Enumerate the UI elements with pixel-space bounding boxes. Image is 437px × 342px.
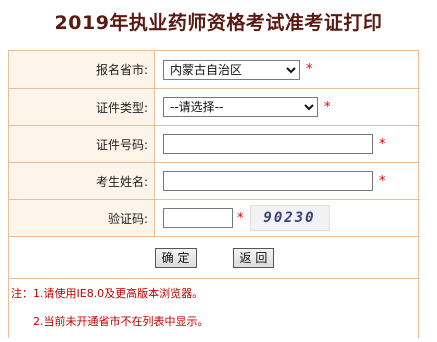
name-label: 考生姓名: bbox=[9, 163, 155, 199]
id-type-label: 证件类型: bbox=[9, 89, 155, 125]
name-input[interactable] bbox=[163, 171, 373, 191]
province-required-mark: * bbox=[306, 62, 313, 77]
button-row: 确 定 返 回 bbox=[9, 236, 420, 278]
confirm-button[interactable]: 确 定 bbox=[154, 247, 197, 268]
captcha-input[interactable] bbox=[163, 208, 233, 228]
id-number-label: 证件号码: bbox=[9, 126, 155, 162]
id-type-required-mark: * bbox=[324, 99, 331, 115]
id-type-row: 证件类型: --请选择-- * bbox=[9, 88, 420, 125]
province-select[interactable]: 内蒙古自治区 bbox=[163, 59, 300, 80]
notes-prefix: 注： bbox=[11, 287, 33, 300]
province-label: 报名省市: bbox=[9, 51, 155, 88]
province-row: 报名省市: 内蒙古自治区 * bbox=[9, 51, 420, 88]
note-line-2: 2.当前未开通省市不在列表中显示。 bbox=[33, 315, 209, 328]
captcha-required-mark: * bbox=[237, 210, 244, 226]
note-line-1: 1.请使用IE8.0及更高版本浏览器。 bbox=[33, 287, 204, 300]
id-number-required-mark: * bbox=[379, 136, 386, 152]
page-title: 2019年执业药师资格考试准考证打印 bbox=[54, 12, 383, 34]
name-required-mark: * bbox=[379, 173, 386, 189]
back-button[interactable]: 返 回 bbox=[232, 247, 275, 268]
id-number-row: 证件号码: * bbox=[9, 125, 420, 162]
captcha-label: 验证码: bbox=[9, 200, 155, 236]
form-table: 报名省市: 内蒙古自治区 * 证件类型: --请选择-- * 证件号码: * 考… bbox=[8, 50, 420, 339]
notes-section: 注： 1.请使用IE8.0及更高版本浏览器。 2.当前未开通省市不在列表中显示。 bbox=[9, 278, 420, 339]
captcha-row: 验证码: * 90230 bbox=[9, 199, 420, 236]
id-number-input[interactable] bbox=[163, 134, 373, 154]
captcha-image[interactable]: 90230 bbox=[249, 205, 330, 231]
id-type-select[interactable]: --请选择-- bbox=[163, 97, 318, 117]
name-row: 考生姓名: * bbox=[9, 162, 420, 199]
